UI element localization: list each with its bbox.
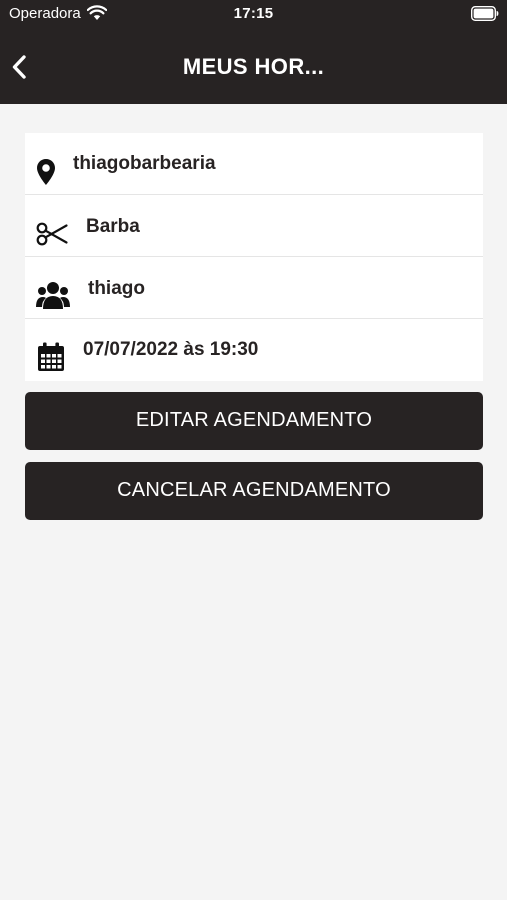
professional-row: thiago	[25, 257, 483, 319]
edit-appointment-button[interactable]: EDITAR AGENDAMENTO	[25, 392, 483, 450]
app-header: Operadora 17:15 MEUS HOR...	[0, 0, 507, 104]
status-bar: Operadora 17:15	[0, 0, 507, 30]
service-name: Barba	[86, 216, 140, 237]
battery-icon	[471, 6, 499, 21]
location-pin-icon	[37, 159, 55, 185]
appointment-card: thiagobarbearia Barba thiago 07/07/2022 …	[25, 133, 483, 381]
users-icon	[36, 282, 70, 309]
appointment-datetime: 07/07/2022 às 19:30	[83, 339, 259, 360]
location-name: thiagobarbearia	[73, 153, 216, 174]
location-row: thiagobarbearia	[25, 133, 483, 195]
page-title: MEUS HOR...	[182, 54, 325, 79]
calendar-icon	[38, 342, 64, 371]
service-row: Barba	[25, 195, 483, 257]
cancel-appointment-button[interactable]: CANCELAR AGENDAMENTO	[25, 462, 483, 520]
status-time: 17:15	[233, 5, 274, 22]
professional-name: thiago	[88, 278, 145, 299]
datetime-row: 07/07/2022 às 19:30	[25, 319, 483, 381]
scissors-icon	[36, 222, 68, 246]
navigation-bar: MEUS HOR...	[0, 40, 507, 96]
